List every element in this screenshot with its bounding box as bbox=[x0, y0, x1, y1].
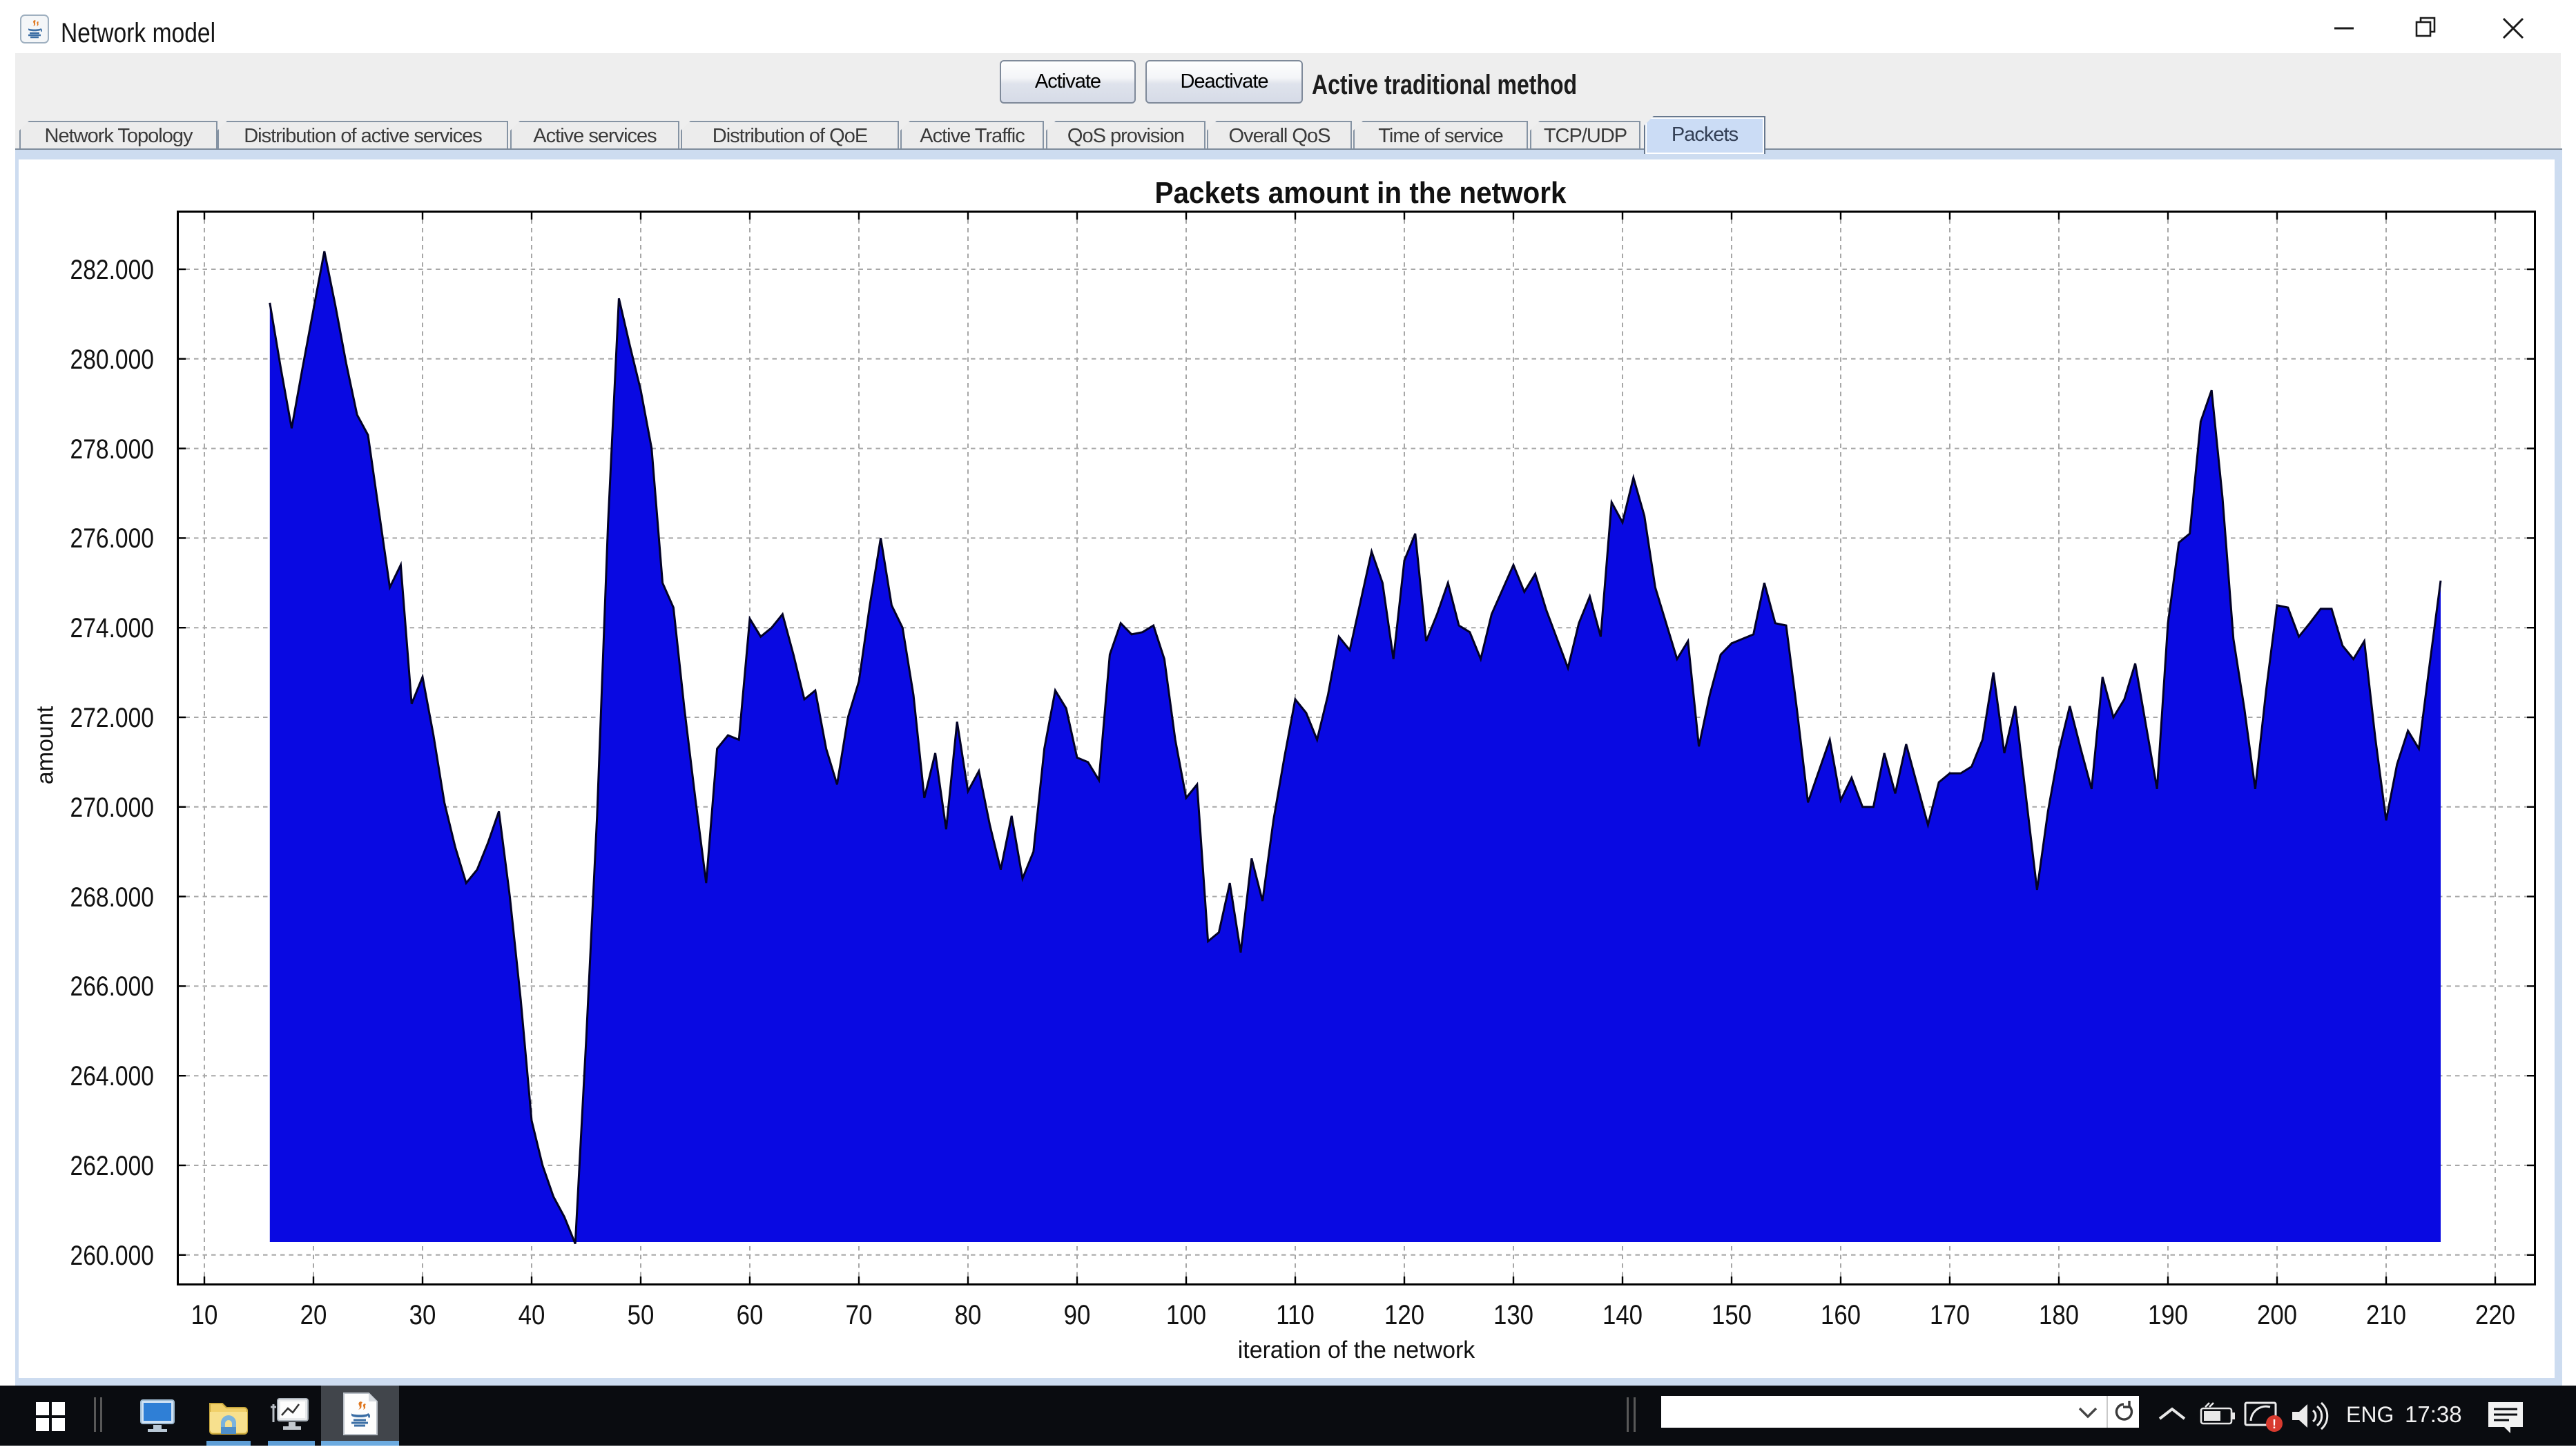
svg-text:!: ! bbox=[2272, 1417, 2276, 1431]
